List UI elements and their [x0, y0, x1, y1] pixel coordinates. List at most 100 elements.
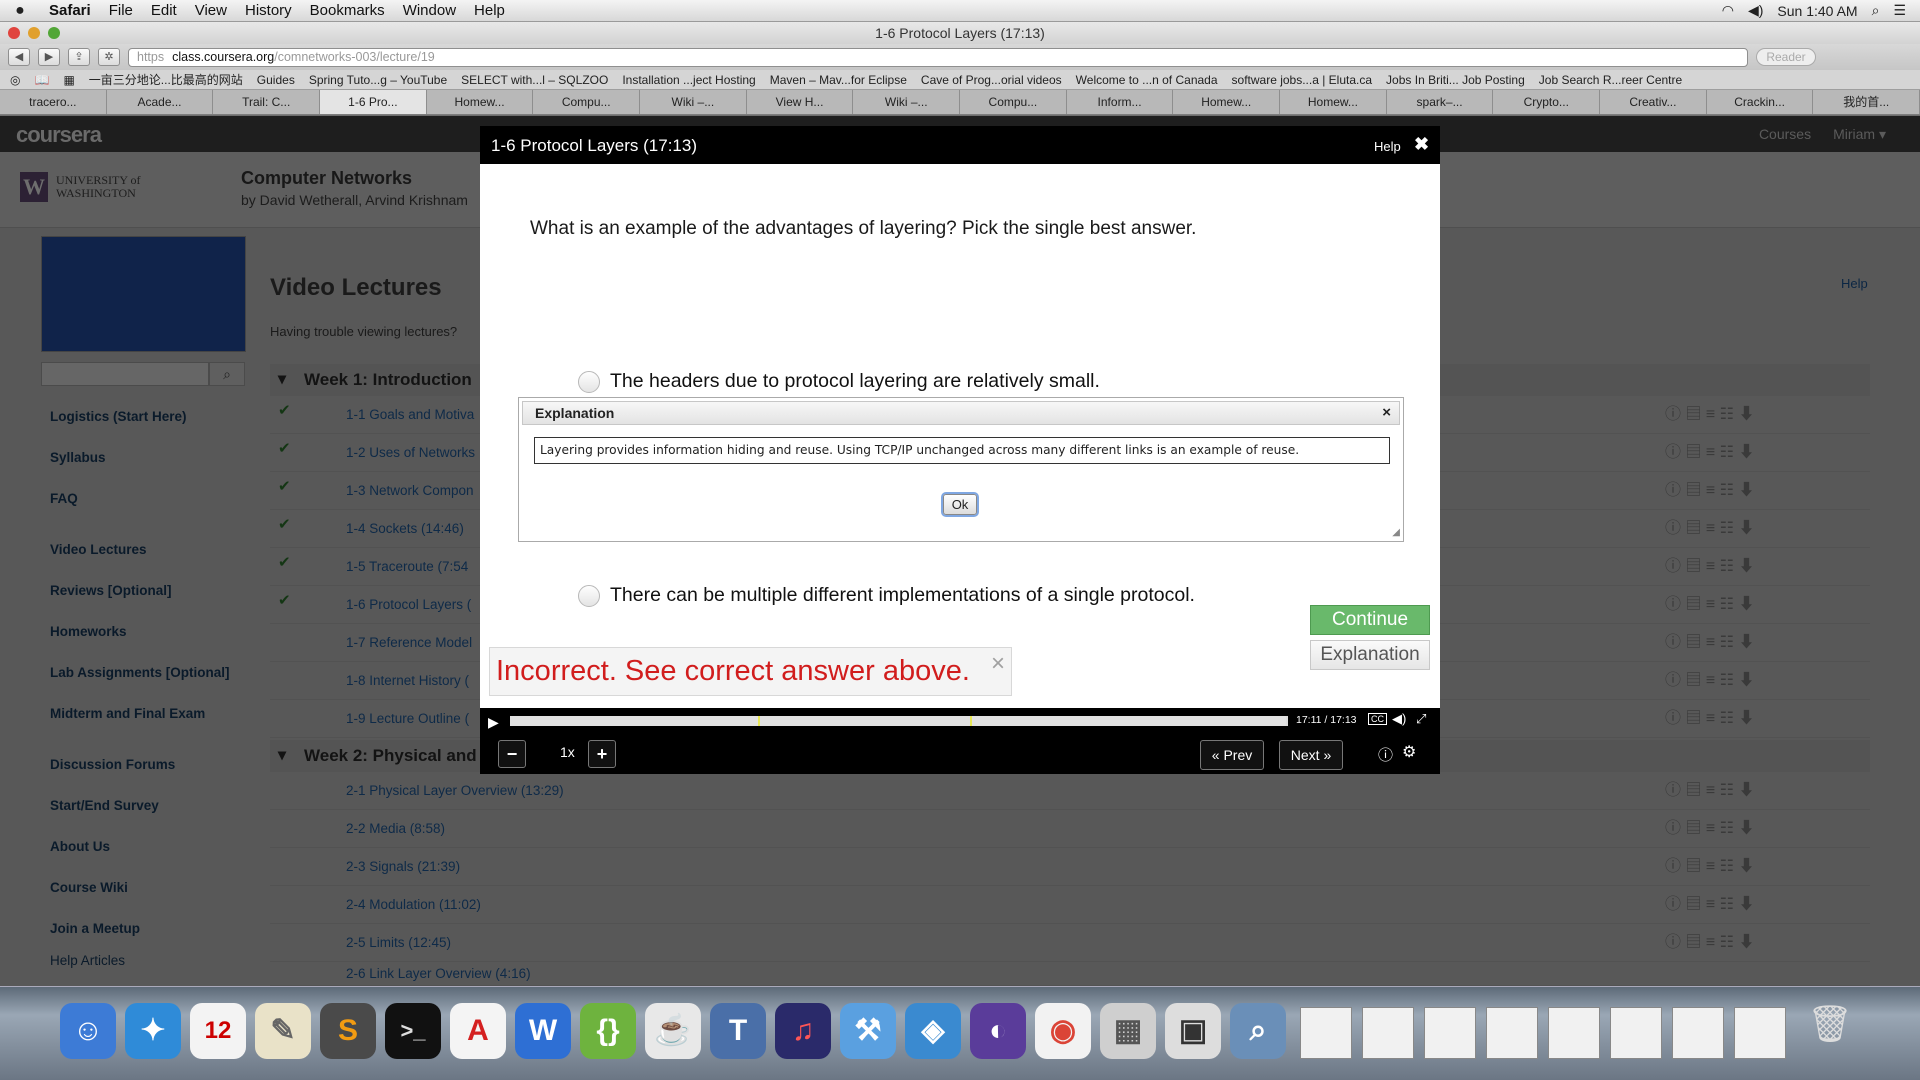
modal-help-link[interactable]: Help	[1374, 139, 1401, 154]
dock-document[interactable]	[1734, 1007, 1786, 1059]
sublime-icon[interactable]: S	[320, 1003, 376, 1059]
lecture-actions[interactable]: ⓘ ▤ ≡ ☷ ⬇	[1665, 510, 1754, 548]
lecture-actions[interactable]: ⓘ ▤ ≡ ☷ ⬇	[1665, 810, 1754, 848]
resize-handle-icon[interactable]: ◢	[1392, 527, 1400, 538]
lecture-row[interactable]: 2-3 Signals (21:39) ⓘ ▤ ≡ ☷ ⬇	[270, 848, 1870, 886]
texshop-icon[interactable]: T	[710, 1003, 766, 1059]
prev-button[interactable]: « Prev	[1200, 740, 1264, 770]
share-icon[interactable]: ⇪	[68, 48, 90, 66]
tab[interactable]: Wiki –...	[853, 90, 961, 114]
sidebar-item-faq[interactable]: FAQ	[41, 478, 246, 519]
minimize-window-icon[interactable]	[28, 27, 40, 39]
calendar-icon[interactable]: 12	[190, 1003, 246, 1059]
slower-button[interactable]: −	[498, 740, 526, 768]
preview-icon[interactable]: ⌕	[1230, 1003, 1286, 1059]
bookmark-item[interactable]: Job Search R...reer Centre	[1539, 73, 1682, 87]
menu-help[interactable]: Help	[465, 2, 514, 19]
tab[interactable]: 我的首...	[1813, 90, 1920, 114]
bug-icon[interactable]: ✲	[98, 48, 120, 66]
textedit-icon[interactable]: ✎	[255, 1003, 311, 1059]
eclipse-icon[interactable]: ◐	[970, 1003, 1026, 1059]
lecture-actions[interactable]: ⓘ ▤ ≡ ☷ ⬇	[1665, 548, 1754, 586]
menu-file[interactable]: File	[100, 2, 142, 19]
bookmark-item[interactable]: Installation ...ject Hosting	[622, 73, 755, 87]
zoom-window-icon[interactable]	[48, 27, 60, 39]
lecture-row[interactable]: 2-2 Media (8:58) ⓘ ▤ ≡ ☷ ⬇	[270, 810, 1870, 848]
sidebar-search-input[interactable]	[41, 362, 209, 386]
bookmark-item[interactable]: software jobs...a | Eluta.ca	[1232, 73, 1373, 87]
safari-icon[interactable]: ✦	[125, 1003, 181, 1059]
tab[interactable]: spark–...	[1387, 90, 1494, 114]
coursera-logo[interactable]: coursera	[16, 122, 102, 148]
lecture-actions[interactable]: ⓘ ▤ ≡ ☷ ⬇	[1665, 434, 1754, 472]
explanation-button[interactable]: Explanation	[1310, 640, 1430, 670]
quiz-marker[interactable]	[970, 716, 972, 726]
tab[interactable]: Inform...	[1067, 90, 1174, 114]
close-icon[interactable]: ×	[1382, 402, 1391, 424]
sidebar-item-meetup[interactable]: Join a Meetup	[41, 908, 246, 949]
quiz-marker[interactable]	[758, 716, 760, 726]
sidebar-item-syllabus[interactable]: Syllabus	[41, 437, 246, 478]
activity-monitor-icon[interactable]: ▣	[1165, 1003, 1221, 1059]
lecture-actions[interactable]: ⓘ ▤ ≡ ☷ ⬇	[1665, 586, 1754, 624]
tab[interactable]: Homew...	[1280, 90, 1387, 114]
bookmark-item[interactable]: Maven – Mav...for Eclipse	[770, 73, 907, 87]
dock-document[interactable]	[1548, 1007, 1600, 1059]
tab[interactable]: Homew...	[1173, 90, 1281, 114]
bookmark-item[interactable]: Cave of Prog...orial videos	[921, 73, 1062, 87]
chrome-icon[interactable]: ◉	[1035, 1003, 1091, 1059]
wifi-icon[interactable]: ◠	[1722, 2, 1734, 19]
java-icon[interactable]: ☕	[645, 1003, 701, 1059]
continue-button[interactable]: Continue	[1310, 605, 1430, 635]
tab[interactable]: Acade...	[107, 90, 214, 114]
courses-link[interactable]: Courses	[1759, 126, 1811, 143]
volume-icon[interactable]: ◀)	[1748, 2, 1763, 19]
lecture-row[interactable]: 2-1 Physical Layer Overview (13:29) ⓘ ▤ ≡…	[270, 772, 1870, 810]
sidebar-item-logistics[interactable]: Logistics (Start Here)	[41, 396, 246, 437]
lecture-actions[interactable]: ⓘ ▤ ≡ ☷ ⬇	[1665, 472, 1754, 510]
captions-button[interactable]: CC	[1368, 713, 1387, 725]
brackets-icon[interactable]: {}	[580, 1003, 636, 1059]
help-link[interactable]: Help	[1841, 276, 1868, 291]
user-menu[interactable]: Miriam ▾	[1833, 126, 1886, 143]
sidebar-item-labs[interactable]: Lab Assignments [Optional]	[41, 652, 246, 693]
bookmark-item[interactable]: Spring Tuto...g – YouTube	[309, 73, 447, 87]
menu-edit[interactable]: Edit	[142, 2, 186, 19]
menu-view[interactable]: View	[186, 2, 236, 19]
word-icon[interactable]: W	[515, 1003, 571, 1059]
bookmark-item[interactable]: Jobs In Briti... Job Posting	[1386, 73, 1525, 87]
lecture-actions[interactable]: ⓘ ▤ ≡ ☷ ⬇	[1665, 662, 1754, 700]
dock-document[interactable]	[1362, 1007, 1414, 1059]
gear-icon[interactable]: ⚙	[1402, 742, 1416, 762]
sidebar-item-reviews[interactable]: Reviews [Optional]	[41, 570, 246, 611]
lecture-row[interactable]: 2-6 Link Layer Overview (4:16)	[270, 962, 1870, 986]
close-window-icon[interactable]	[8, 27, 20, 39]
lecture-actions[interactable]: ⓘ ▤ ≡ ☷ ⬇	[1665, 396, 1754, 434]
bookmarks-icon[interactable]: 📖	[34, 73, 49, 87]
dock-document[interactable]	[1424, 1007, 1476, 1059]
quiz-option-2[interactable]: There can be multiple different implemen…	[578, 584, 1195, 607]
dock-document[interactable]	[1610, 1007, 1662, 1059]
spotlight-icon[interactable]: ⌕	[1872, 2, 1880, 19]
bookmark-item[interactable]: Guides	[257, 73, 295, 87]
audacity-icon[interactable]: ♫	[775, 1003, 831, 1059]
tab[interactable]: Creativ...	[1600, 90, 1707, 114]
fullscreen-icon[interactable]: ⤢	[1416, 711, 1426, 727]
sidebar-item-survey[interactable]: Start/End Survey	[41, 785, 246, 826]
url-field[interactable]: https class.coursera.org/comnetworks-003…	[128, 47, 1748, 67]
menu-safari[interactable]: Safari	[40, 2, 100, 19]
sidebar-item-help-articles[interactable]: Help Articles	[41, 949, 246, 973]
lecture-actions[interactable]: ⓘ ▤ ≡ ☷ ⬇	[1665, 624, 1754, 662]
volume-icon[interactable]: ◀)	[1392, 711, 1406, 727]
menu-history[interactable]: History	[236, 2, 301, 19]
tab-active[interactable]: 1-6 Pro...	[320, 90, 427, 114]
progress-bar[interactable]	[510, 716, 1288, 726]
top-sites-icon[interactable]: ▦	[63, 73, 74, 87]
apple-menu-icon[interactable]: ●	[0, 2, 40, 20]
tab[interactable]: Trail: C...	[213, 90, 321, 114]
uw-logo[interactable]: W UNIVERSITY of WASHINGTON	[20, 172, 141, 202]
xcode-icon[interactable]: ⚒	[840, 1003, 896, 1059]
reader-button[interactable]: Reader	[1756, 48, 1816, 66]
next-button[interactable]: Next »	[1279, 740, 1343, 770]
lecture-actions[interactable]: ⓘ ▤ ≡ ☷ ⬇	[1665, 886, 1754, 924]
